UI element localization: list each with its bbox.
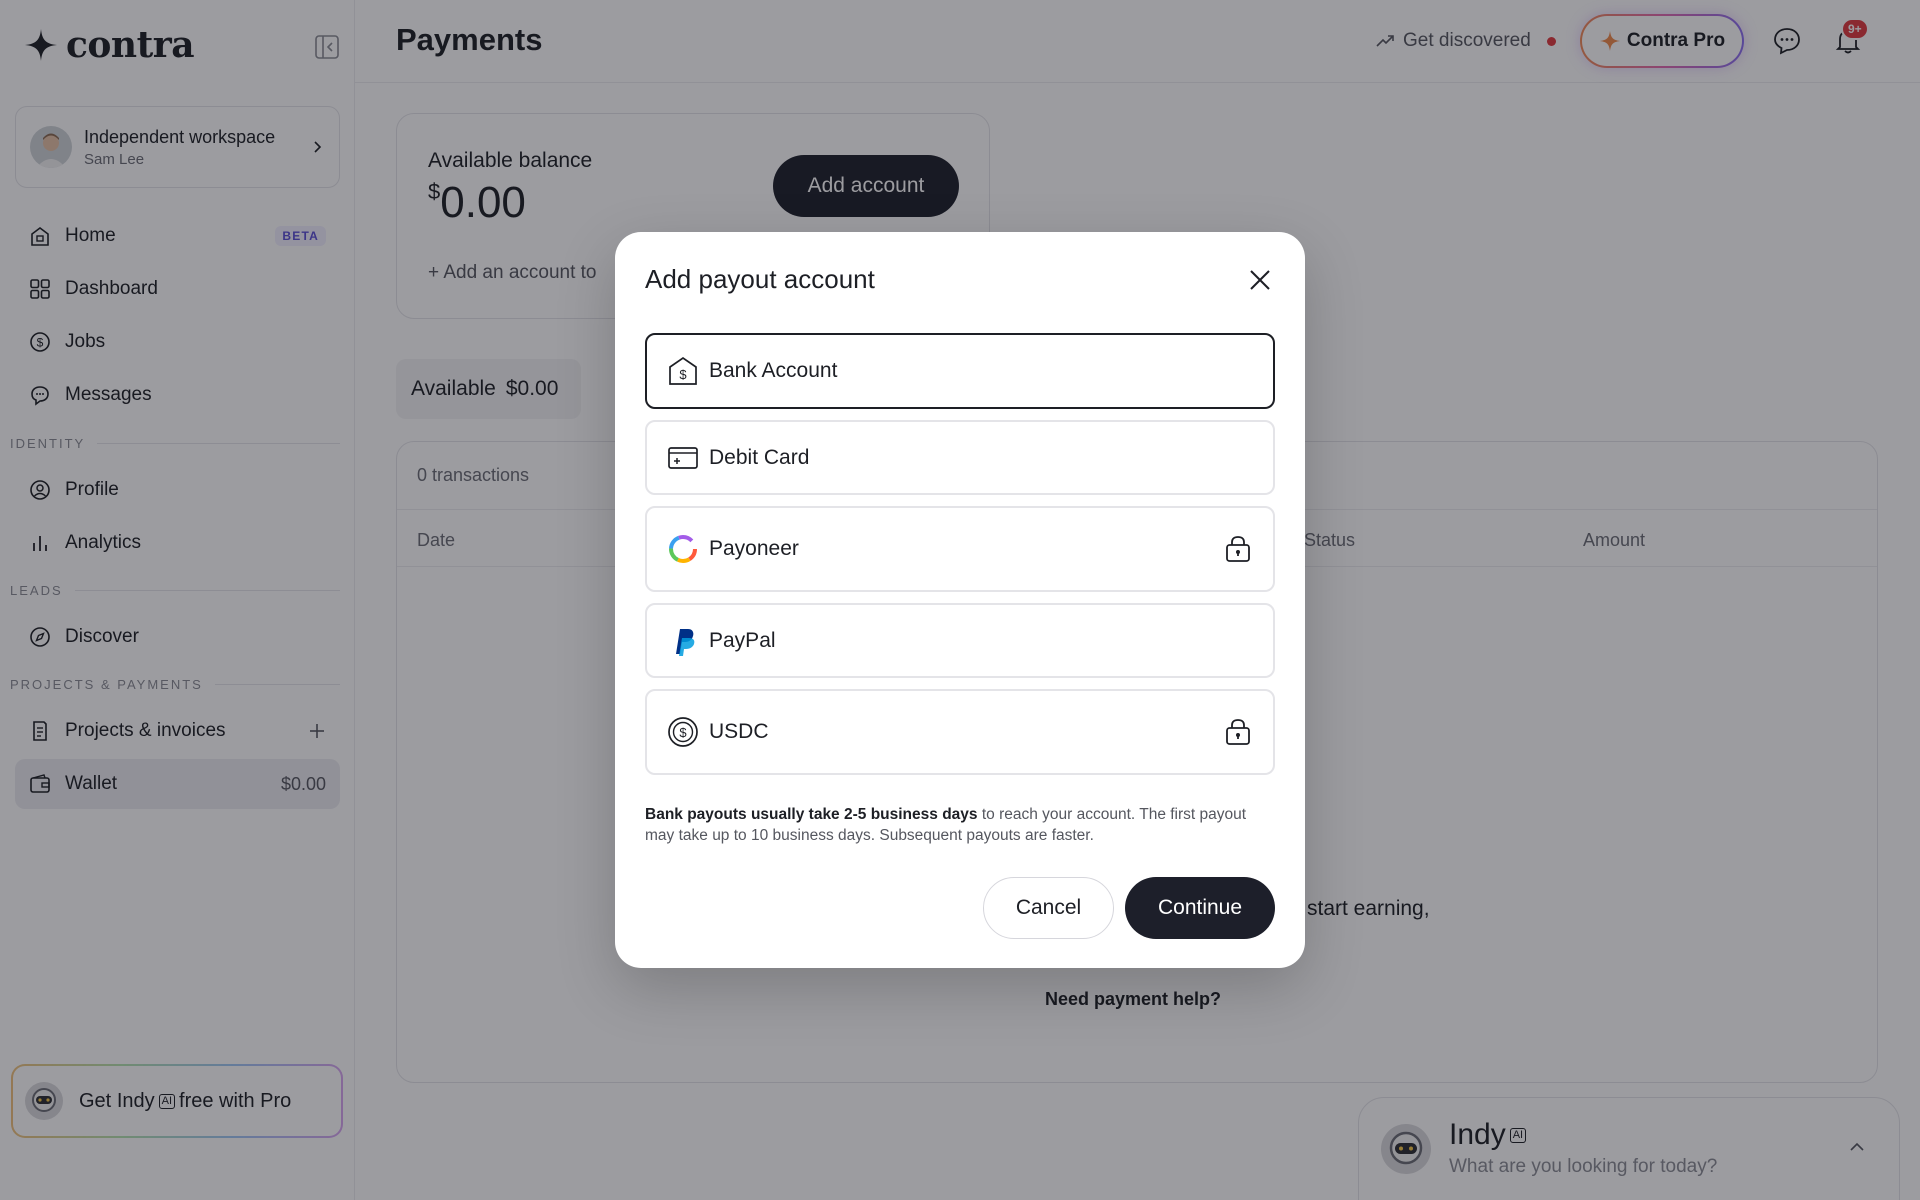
modal-title: Add payout account xyxy=(645,264,875,294)
option-debit-card[interactable]: Debit Card xyxy=(645,420,1275,495)
option-label: Debit Card xyxy=(709,445,810,469)
lock-icon xyxy=(1226,536,1250,562)
close-icon[interactable] xyxy=(1245,265,1275,295)
payout-timing-note: Bank payouts usually take 2-5 business d… xyxy=(645,806,1247,844)
option-label: Bank Account xyxy=(709,359,838,382)
payoneer-icon xyxy=(669,535,697,563)
option-bank-account[interactable]: $ Bank Account xyxy=(645,333,1275,409)
usdc-icon: $ xyxy=(668,717,698,747)
option-usdc[interactable]: $ USDC xyxy=(645,689,1275,775)
add-payout-modal: Add payout account $ Bank Account Debit … xyxy=(615,232,1305,968)
cancel-button[interactable]: Cancel xyxy=(983,877,1114,939)
continue-button[interactable]: Continue xyxy=(1125,877,1275,939)
option-label: Payoneer xyxy=(709,537,799,560)
card-icon xyxy=(668,446,698,469)
bank-icon: $ xyxy=(669,356,697,385)
svg-text:$: $ xyxy=(679,367,687,382)
option-paypal[interactable]: PayPal xyxy=(645,603,1275,678)
lock-icon xyxy=(1226,719,1250,745)
option-label: USDC xyxy=(709,720,769,743)
svg-text:$: $ xyxy=(679,725,687,740)
paypal-icon xyxy=(676,628,695,656)
option-label: PayPal xyxy=(709,628,776,652)
option-payoneer[interactable]: Payoneer xyxy=(645,506,1275,592)
